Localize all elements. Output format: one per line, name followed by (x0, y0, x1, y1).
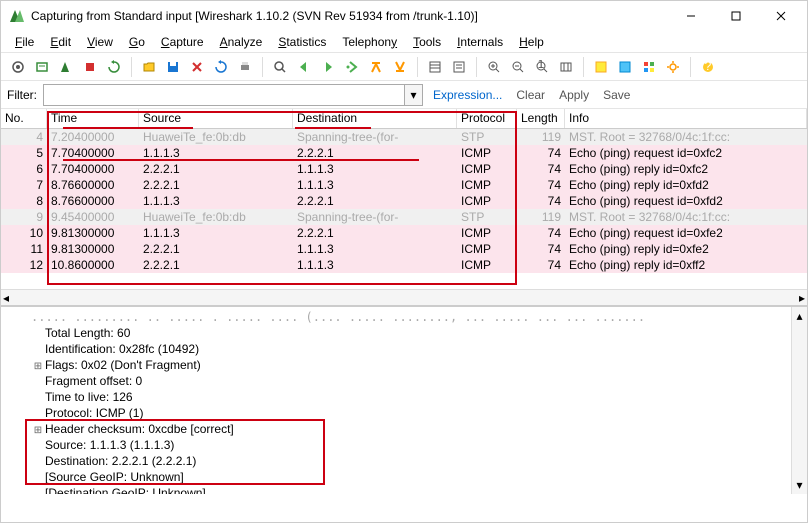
col-destination[interactable]: Destination (293, 109, 457, 128)
auto-scroll-icon[interactable] (448, 56, 470, 78)
find-icon[interactable] (269, 56, 291, 78)
save-button[interactable]: Save (599, 88, 634, 102)
app-logo-icon (9, 8, 25, 24)
menu-file[interactable]: File (7, 33, 42, 51)
title-bar: Capturing from Standard input [Wireshark… (1, 1, 807, 31)
menu-statistics[interactable]: Statistics (270, 33, 334, 51)
menu-view[interactable]: View (79, 33, 121, 51)
menu-go[interactable]: Go (121, 33, 153, 51)
detail-line[interactable]: Source: 1.1.1.3 (1.1.1.3) (3, 437, 807, 453)
menu-internals[interactable]: Internals (449, 33, 511, 51)
detail-line[interactable]: Identification: 0x28fc (10492) (3, 341, 807, 357)
menu-help[interactable]: Help (511, 33, 552, 51)
print-icon[interactable] (234, 56, 256, 78)
preferences-icon[interactable] (662, 56, 684, 78)
restart-capture-icon[interactable] (103, 56, 125, 78)
open-file-icon[interactable] (138, 56, 160, 78)
filter-label: Filter: (7, 88, 37, 102)
colorize-icon[interactable] (424, 56, 446, 78)
apply-button[interactable]: Apply (555, 88, 593, 102)
packet-row[interactable]: 99.45400000HuaweiTe_fe:0b:dbSpanning-tre… (1, 209, 807, 225)
close-button[interactable] (758, 1, 803, 31)
col-source[interactable]: Source (139, 109, 293, 128)
packet-details[interactable]: ..... ......... .. ..... . ..... .... (.… (1, 306, 807, 494)
packet-row[interactable]: 47.20400000HuaweiTe_fe:0b:dbSpanning-tre… (1, 129, 807, 145)
window-title: Capturing from Standard input [Wireshark… (31, 9, 668, 23)
resize-columns-icon[interactable] (555, 56, 577, 78)
col-length[interactable]: Length (517, 109, 565, 128)
packet-row[interactable]: 88.766000001.1.1.32.2.2.1ICMP74Echo (pin… (1, 193, 807, 209)
packet-list: No. Time Source Destination Protocol Len… (1, 109, 807, 306)
zoom-out-icon[interactable] (507, 56, 529, 78)
expand-icon[interactable]: ⊞ (31, 361, 45, 372)
go-first-icon[interactable] (365, 56, 387, 78)
options-icon[interactable] (31, 56, 53, 78)
detail-line[interactable]: ⊞Flags: 0x02 (Don't Fragment) (3, 357, 807, 373)
interfaces-icon[interactable] (7, 56, 29, 78)
start-capture-icon[interactable] (55, 56, 77, 78)
expand-icon[interactable]: ⊞ (31, 425, 45, 436)
packet-row[interactable]: 78.766000002.2.2.11.1.1.3ICMP74Echo (pin… (1, 177, 807, 193)
detail-line[interactable]: Fragment offset: 0 (3, 373, 807, 389)
menu-edit[interactable]: Edit (42, 33, 79, 51)
menu-analyze[interactable]: Analyze (212, 33, 271, 51)
menu-bar: File Edit View Go Capture Analyze Statis… (1, 31, 807, 53)
col-no[interactable]: No. (1, 109, 47, 128)
menu-capture[interactable]: Capture (153, 33, 212, 51)
go-to-packet-icon[interactable] (341, 56, 363, 78)
minimize-button[interactable] (668, 1, 713, 31)
filter-input[interactable] (44, 85, 404, 105)
detail-line[interactable]: Total Length: 60 (3, 325, 807, 341)
filter-input-wrapper: ▾ (43, 84, 423, 106)
packet-list-hscroll[interactable]: ◂▸ (1, 289, 807, 305)
detail-line[interactable]: [Source GeoIP: Unknown] (3, 469, 807, 485)
zoom-reset-icon[interactable]: 1 (531, 56, 553, 78)
packet-list-body[interactable]: 47.20400000HuaweiTe_fe:0b:dbSpanning-tre… (1, 129, 807, 289)
zoom-in-icon[interactable] (483, 56, 505, 78)
menu-telephony[interactable]: Telephony (334, 33, 405, 51)
close-file-icon[interactable] (186, 56, 208, 78)
go-forward-icon[interactable] (317, 56, 339, 78)
col-protocol[interactable]: Protocol (457, 109, 517, 128)
packet-row[interactable]: 109.813000001.1.1.32.2.2.1ICMP74Echo (pi… (1, 225, 807, 241)
svg-text:1: 1 (538, 60, 545, 71)
packet-row[interactable]: 57.704000001.1.1.32.2.2.1ICMP74Echo (pin… (1, 145, 807, 161)
go-last-icon[interactable] (389, 56, 411, 78)
svg-text:?: ? (705, 60, 712, 73)
filter-bar: Filter: ▾ Expression... Clear Apply Save (1, 81, 807, 109)
clear-button[interactable]: Clear (512, 88, 549, 102)
menu-tools[interactable]: Tools (405, 33, 449, 51)
capture-filters-icon[interactable] (590, 56, 612, 78)
packet-row[interactable]: 1210.86000002.2.2.11.1.1.3ICMP74Echo (pi… (1, 257, 807, 273)
toolbar: 1 ? (1, 53, 807, 81)
detail-line[interactable]: Protocol: ICMP (1) (3, 405, 807, 421)
help-icon[interactable]: ? (697, 56, 719, 78)
detail-line[interactable]: Time to live: 126 (3, 389, 807, 405)
stop-capture-icon[interactable] (79, 56, 101, 78)
packet-row[interactable]: 67.704000002.2.2.11.1.1.3ICMP74Echo (pin… (1, 161, 807, 177)
expression-button[interactable]: Expression... (429, 88, 506, 102)
col-time[interactable]: Time (47, 109, 139, 128)
details-truncated-line: ..... ......... .. ..... . ..... .... (.… (3, 309, 807, 325)
maximize-button[interactable] (713, 1, 758, 31)
packet-list-header: No. Time Source Destination Protocol Len… (1, 109, 807, 129)
reload-file-icon[interactable] (210, 56, 232, 78)
details-vscroll[interactable]: ▴▾ (791, 307, 807, 494)
filter-dropdown-icon[interactable]: ▾ (404, 85, 422, 105)
packet-row[interactable]: 119.813000002.2.2.11.1.1.3ICMP74Echo (pi… (1, 241, 807, 257)
detail-line[interactable]: [Destination GeoIP: Unknown] (3, 485, 807, 494)
display-filters-icon[interactable] (614, 56, 636, 78)
detail-line[interactable]: ⊞Header checksum: 0xcdbe [correct] (3, 421, 807, 437)
go-back-icon[interactable] (293, 56, 315, 78)
detail-line[interactable]: Destination: 2.2.2.1 (2.2.2.1) (3, 453, 807, 469)
save-file-icon[interactable] (162, 56, 184, 78)
col-info[interactable]: Info (565, 109, 807, 128)
coloring-rules-icon[interactable] (638, 56, 660, 78)
